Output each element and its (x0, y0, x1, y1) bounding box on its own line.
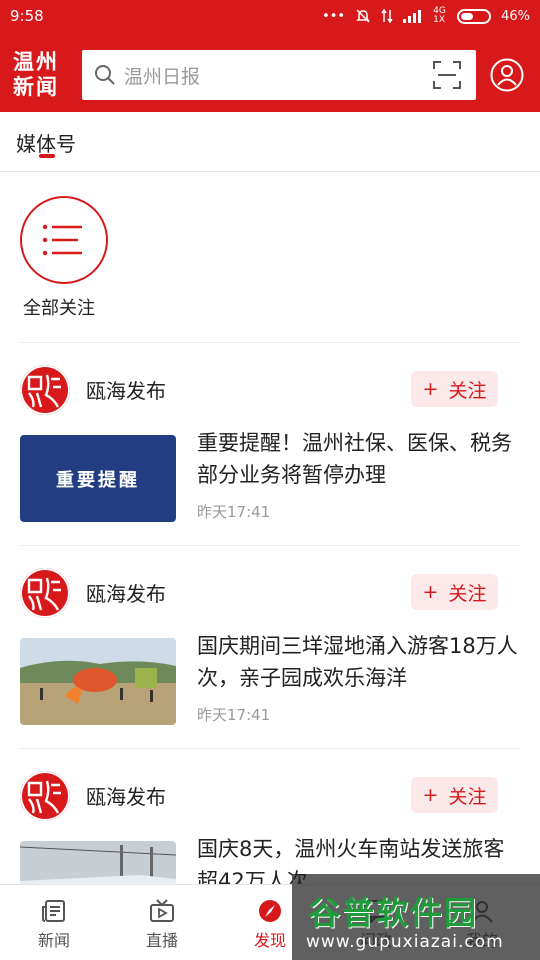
feed-item[interactable]: 瓯海发布 + 关注 重要提醒 重要提醒！温州社保、医保、税务部分业务将暂停办理 … (0, 343, 540, 546)
article-thumbnail[interactable] (20, 638, 176, 725)
news-icon (42, 900, 65, 922)
nav-label: 直播 (145, 931, 178, 950)
all-follows-label: 全部关注 (23, 298, 95, 319)
battery-percent: 46% (501, 8, 530, 24)
plus-icon: + (422, 784, 439, 806)
app-logo[interactable]: 温州 新闻 (12, 48, 70, 99)
all-follows-button[interactable]: 全部关注 (20, 196, 112, 320)
thumbnail-text: 重要提醒 (56, 469, 140, 491)
source-name[interactable]: 瓯海发布 (86, 375, 166, 404)
search-icon (95, 65, 115, 85)
follow-label: 关注 (448, 582, 487, 605)
list-icon (42, 224, 82, 256)
watermark-title: 谷普软件园 (308, 894, 479, 932)
tab-media[interactable]: 媒体号 (16, 128, 76, 157)
signal-icon (403, 10, 422, 23)
follow-label: 关注 (448, 379, 487, 402)
nav-discover[interactable]: 发现 (240, 899, 300, 951)
watermark-url: www.gupuxiazai.com (306, 932, 504, 952)
status-time: 9:58 (10, 7, 44, 25)
app-header: 温州 新闻 温州日报 (0, 32, 540, 112)
status-bar: 9:58 ••• 4G 1X 46% (0, 0, 540, 32)
feed-item[interactable]: 瓯海发布 + 关注 国庆期间三垟湿地涌入游客18万人次，亲子园成欢乐海洋 昨天1… (0, 546, 540, 749)
network-type: 4G 1X (433, 6, 446, 25)
svg-text:新闻: 新闻 (13, 74, 59, 98)
article-time: 昨天17:41 (197, 706, 271, 724)
search-placeholder: 温州日报 (124, 65, 201, 88)
source-name[interactable]: 瓯海发布 (86, 781, 166, 810)
compass-icon (259, 900, 281, 922)
article-title[interactable]: 重要提醒！温州社保、医保、税务部分业务将暂停办理 (197, 427, 522, 491)
live-tv-icon (150, 899, 174, 922)
svg-text:温州: 温州 (13, 49, 59, 74)
scan-icon[interactable] (432, 60, 462, 90)
source-avatar[interactable] (20, 568, 70, 618)
logo-mark: 温州 新闻 (13, 49, 59, 99)
active-tab-indicator (39, 154, 55, 158)
mute-icon (356, 9, 370, 23)
plus-icon: + (422, 581, 439, 603)
nav-label: 新闻 (37, 931, 70, 950)
plus-icon: + (422, 378, 439, 400)
nav-news[interactable]: 新闻 (24, 899, 84, 951)
search-bar[interactable]: 温州日报 (82, 50, 476, 100)
watermark-overlay: 谷普软件园 www.gupuxiazai.com (292, 874, 540, 960)
follow-button[interactable]: + 关注 (411, 574, 498, 610)
user-profile-icon[interactable] (490, 58, 524, 92)
article-thumbnail[interactable]: 重要提醒 (20, 435, 176, 522)
source-name[interactable]: 瓯海发布 (86, 578, 166, 607)
tab-bar: 媒体号 (0, 112, 540, 172)
source-avatar[interactable] (20, 365, 70, 415)
nav-live[interactable]: 直播 (132, 899, 192, 951)
notification-dots-icon: ••• (322, 8, 346, 24)
source-avatar[interactable] (20, 771, 70, 821)
follow-label: 关注 (448, 785, 487, 808)
data-transfer-icon (381, 8, 393, 24)
article-time: 昨天17:41 (197, 503, 271, 521)
nav-label: 发现 (253, 931, 286, 950)
battery-icon (457, 8, 492, 24)
follow-button[interactable]: + 关注 (411, 777, 498, 813)
article-title[interactable]: 国庆期间三垟湿地涌入游客18万人次，亲子园成欢乐海洋 (197, 630, 522, 694)
all-follows-circle (20, 196, 108, 284)
follow-button[interactable]: + 关注 (411, 371, 498, 407)
playground-photo (20, 638, 176, 725)
